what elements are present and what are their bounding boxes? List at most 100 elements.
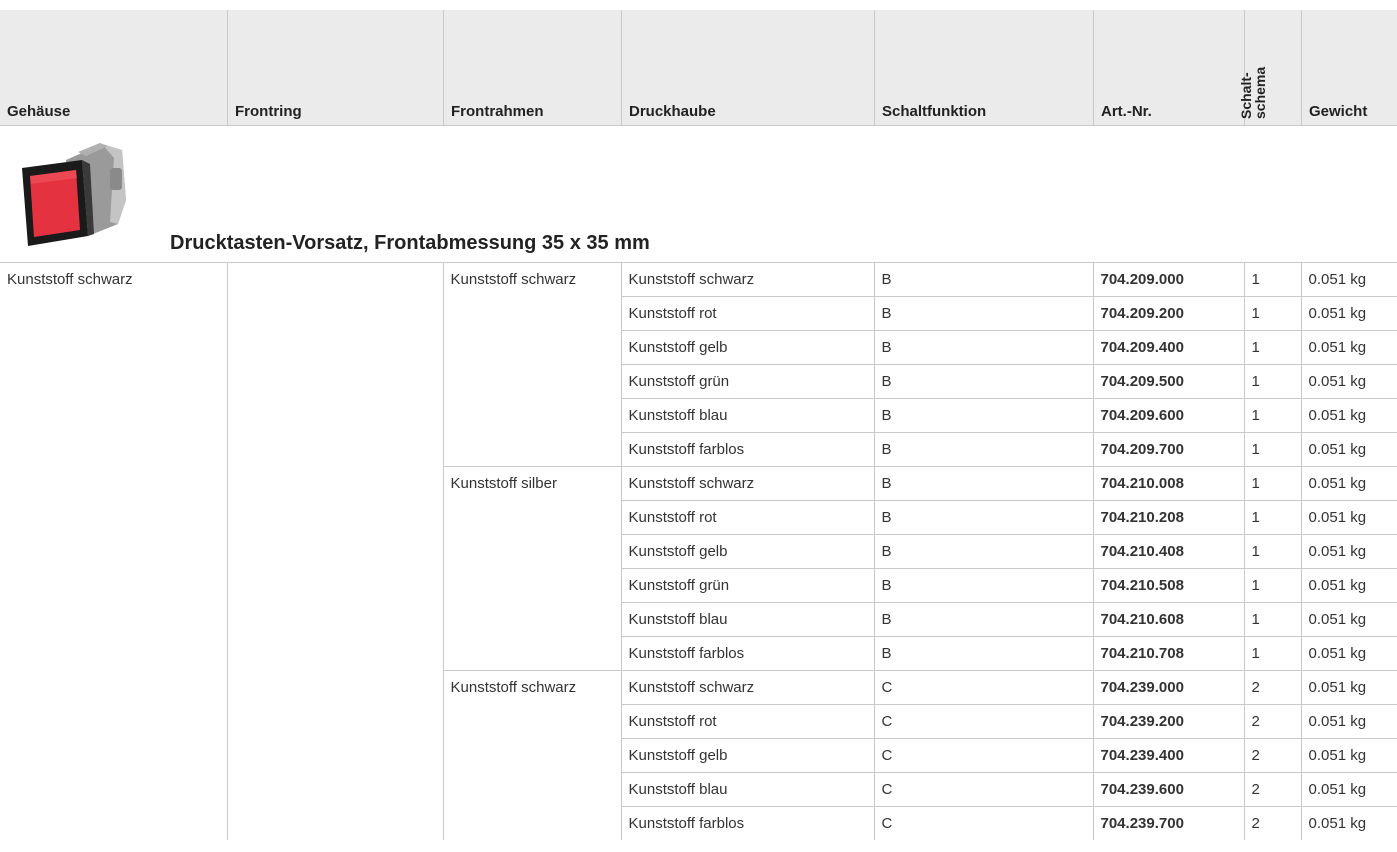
cell-schaltschema: 2 [1243,704,1301,739]
cell-frontrahmen [442,364,621,399]
cell-gehaeuse [0,501,227,535]
cell-artnr: 704.210.508 [1092,568,1244,603]
table-row: Kunststoff silber Kunststoff schwarz B 704.… [0,466,1397,501]
cell-schaltfunktion: B [873,534,1093,569]
product-section: Drucktasten-Vorsatz, Frontabmessung 35 x… [0,125,1397,261]
cell-druckhaube: Kunststoff gelb [620,738,874,773]
cell-schaltschema: 1 [1243,364,1301,399]
cell-schaltfunktion: B [873,398,1093,433]
cell-schaltfunktion: B [873,636,1093,671]
cell-artnr: 704.209.600 [1092,398,1244,433]
cell-schaltfunktion: B [873,568,1093,603]
cell-artnr: 704.239.200 [1092,704,1244,739]
header-gewicht-label: Gewicht [1309,103,1368,120]
cell-frontrahmen [442,704,621,739]
table-row: Kunststoff schwarz Kunststoff schwarz Kuns… [0,262,1397,297]
cell-schaltfunktion: B [873,466,1093,501]
cell-schaltschema: 1 [1243,432,1301,467]
cell-artnr: 704.239.700 [1092,806,1244,840]
cell-artnr: 704.210.608 [1092,602,1244,637]
cell-frontring [226,772,443,807]
header-frontrahmen: Frontrahmen [443,10,622,125]
cell-druckhaube: Kunststoff blau [620,602,874,637]
cell-schaltschema: 1 [1243,466,1301,501]
cell-gewicht: 0.051 kg [1300,602,1397,637]
table-row: Kunststoff blau B 704.210.608 1 0.051 kg [0,602,1397,637]
section-title: Drucktasten-Vorsatz, Frontabmessung 35 x… [170,232,650,254]
cell-frontring [226,704,443,739]
table-row: Kunststoff gelb C 704.239.400 2 0.051 kg [0,738,1397,773]
cell-druckhaube: Kunststoff blau [620,772,874,807]
cell-schaltschema: 1 [1243,330,1301,365]
cell-frontring [226,568,443,603]
cell-artnr: 704.210.008 [1092,466,1244,501]
cell-schaltschema: 1 [1243,534,1301,569]
cell-schaltschema: 1 [1243,262,1301,297]
cell-gewicht: 0.051 kg [1300,466,1397,501]
cell-schaltschema: 2 [1243,670,1301,705]
cell-frontrahmen [442,534,621,569]
cell-schaltschema: 1 [1243,500,1301,535]
cell-schaltschema: 1 [1243,568,1301,603]
cell-gehaeuse [0,365,227,399]
cell-druckhaube: Kunststoff rot [620,704,874,739]
cell-gewicht: 0.051 kg [1300,772,1397,807]
header-artnr-label: Art.-Nr. [1101,103,1152,120]
cell-frontring [226,398,443,433]
cell-druckhaube: Kunststoff farblos [620,636,874,671]
cell-druckhaube: Kunststoff gelb [620,330,874,365]
cell-artnr: 704.239.400 [1092,738,1244,773]
header-schaltschema-label: Schalt- schema [1238,49,1268,119]
header-druckhaube: Druckhaube [621,10,875,125]
cell-schaltfunktion: B [873,296,1093,331]
cell-gehaeuse [0,433,227,467]
cell-schaltfunktion: B [873,500,1093,535]
cell-frontrahmen [442,398,621,433]
table-row: Kunststoff rot B 704.209.200 1 0.051 kg [0,296,1397,331]
cell-gewicht: 0.051 kg [1300,568,1397,603]
cell-artnr: 704.209.500 [1092,364,1244,399]
header-schaltfunktion-label: Schaltfunktion [882,103,987,120]
cell-schaltfunktion: C [873,772,1093,807]
cell-gehaeuse [0,331,227,365]
cell-druckhaube: Kunststoff blau [620,398,874,433]
header-gehaeuse-label: Gehäuse [7,103,71,120]
cell-schaltschema: 1 [1243,636,1301,671]
table-row: Kunststoff grün B 704.209.500 1 0.051 kg [0,364,1397,399]
cell-frontrahmen [442,738,621,773]
cell-gehaeuse [0,569,227,603]
header-schaltschema: Schalt- schema [1238,10,1302,125]
cell-druckhaube: Kunststoff farblos [620,432,874,467]
table-row: Kunststoff blau C 704.239.600 2 0.051 kg [0,772,1397,807]
cell-gewicht: 0.051 kg [1300,330,1397,365]
cell-gehaeuse [0,671,227,705]
cell-artnr: 704.210.408 [1092,534,1244,569]
cell-gehaeuse [0,297,227,331]
cell-gewicht: 0.051 kg [1300,704,1397,739]
cell-schaltfunktion: C [873,738,1093,773]
cell-gewicht: 0.051 kg [1300,500,1397,535]
table-header: Gehäuse Frontring Frontrahmen Druckhaube… [0,10,1397,126]
cell-druckhaube: Kunststoff rot [620,296,874,331]
cell-schaltfunktion: C [873,806,1093,840]
header-gehaeuse: Gehäuse [0,10,227,125]
cell-artnr: 704.210.208 [1092,500,1244,535]
cell-gewicht: 0.051 kg [1300,738,1397,773]
cell-schaltschema: 1 [1243,296,1301,331]
header-schaltschema-line2: schema [1252,66,1268,119]
cell-frontrahmen [442,806,621,840]
table-row: Kunststoff blau B 704.209.600 1 0.051 kg [0,398,1397,433]
cell-gewicht: 0.051 kg [1300,262,1397,297]
cell-druckhaube: Kunststoff grün [620,568,874,603]
cell-schaltschema: 1 [1243,602,1301,637]
cell-frontrahmen [442,330,621,365]
cell-gehaeuse [0,637,227,671]
cell-frontring [226,534,443,569]
cell-druckhaube: Kunststoff schwarz [620,670,874,705]
cell-frontring [226,330,443,365]
cell-schaltfunktion: B [873,432,1093,467]
cell-gehaeuse [0,739,227,773]
header-artnr: Art.-Nr. [1093,10,1245,125]
table-row: Kunststoff gelb B 704.210.408 1 0.051 kg [0,534,1397,569]
cell-gehaeuse [0,399,227,433]
